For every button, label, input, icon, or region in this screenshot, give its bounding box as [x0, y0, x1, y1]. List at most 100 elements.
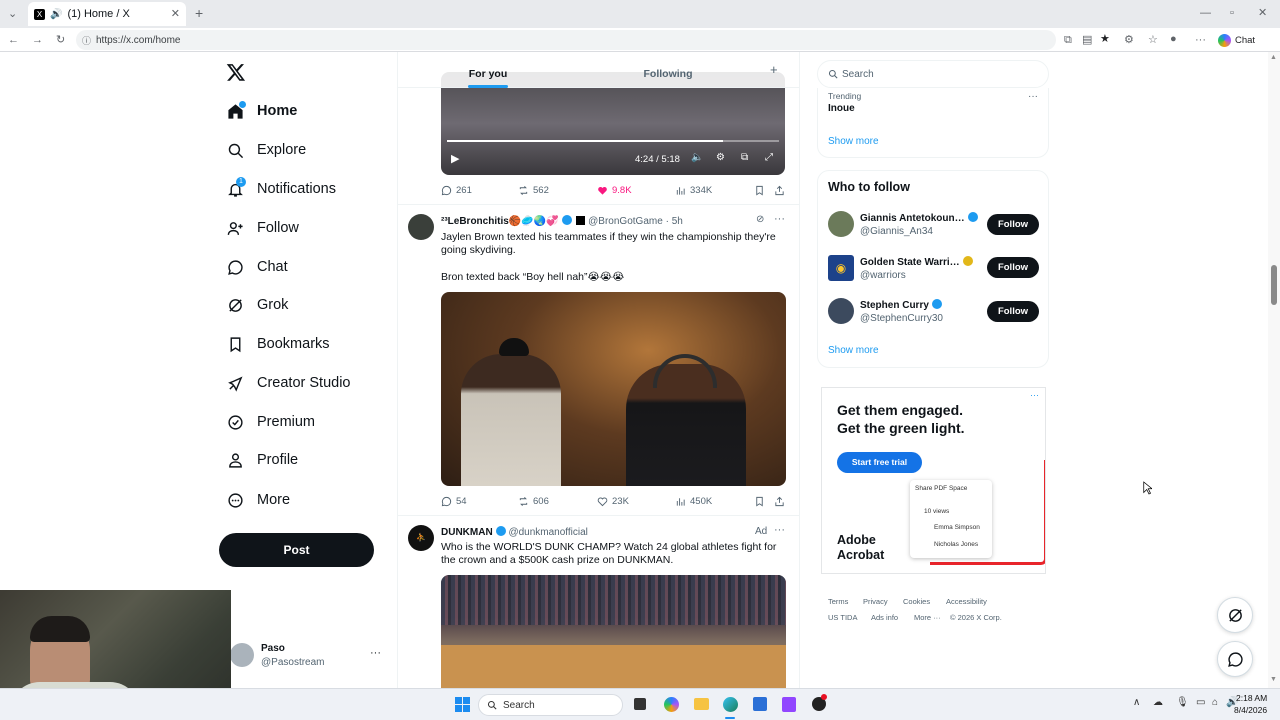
- account-more-icon[interactable]: ···: [370, 647, 381, 659]
- tab-list-icon[interactable]: ⌄: [8, 7, 17, 21]
- profile-avatar-icon[interactable]: ●: [1170, 32, 1177, 46]
- footer-cookies[interactable]: Cookies: [903, 597, 930, 606]
- add-tab-icon[interactable]: +: [770, 62, 778, 77]
- nav-notifications[interactable]: Notifications 1: [226, 177, 336, 201]
- split-screen-icon[interactable]: ⧉: [1064, 33, 1072, 47]
- follow-button[interactable]: Follow: [987, 301, 1039, 322]
- adobe-ad[interactable]: Get them engaged. Get the green light. S…: [821, 387, 1046, 574]
- clock-date[interactable]: 8/4/2026: [1234, 705, 1267, 715]
- chat-float-button[interactable]: [1217, 641, 1253, 677]
- nav-grok[interactable]: Grok: [226, 293, 288, 317]
- footer-privacy[interactable]: Privacy: [863, 597, 888, 606]
- site-info-icon[interactable]: ⓘ: [82, 34, 91, 47]
- post2-handle[interactable]: @BronGotGame: [588, 216, 663, 227]
- tab-following[interactable]: Following: [638, 52, 698, 88]
- minimize-icon[interactable]: —: [1200, 6, 1211, 20]
- follow-button[interactable]: Follow: [987, 214, 1039, 235]
- maximize-icon[interactable]: ▫: [1230, 6, 1234, 20]
- fullscreen-icon[interactable]: ⤢: [765, 152, 773, 163]
- copilot-chat-button[interactable]: Chat: [1218, 32, 1255, 48]
- post-button[interactable]: Post: [219, 533, 374, 567]
- like-button[interactable]: 9.8K: [597, 185, 632, 196]
- twitch-icon[interactable]: [782, 697, 796, 712]
- favorites-icon[interactable]: ☆: [1148, 33, 1158, 47]
- follow-show-more[interactable]: Show more: [828, 345, 879, 356]
- post3-author[interactable]: DUNKMAN: [441, 527, 493, 538]
- follow-button[interactable]: Follow: [987, 257, 1039, 278]
- share-button[interactable]: [774, 496, 789, 507]
- post3-more-icon[interactable]: ···: [774, 524, 785, 536]
- nav-more[interactable]: More: [226, 488, 290, 512]
- tray-cloud-icon[interactable]: ☁: [1153, 697, 1163, 708]
- start-button-icon[interactable]: [455, 697, 470, 712]
- post2-image[interactable]: [441, 292, 786, 486]
- grok-float-button[interactable]: [1217, 597, 1253, 633]
- reader-icon[interactable]: ▤: [1082, 33, 1092, 47]
- tray-mic-icon[interactable]: 🎙: [1176, 697, 1189, 708]
- repost-button[interactable]: 562: [518, 185, 549, 196]
- footer-accessibility[interactable]: Accessibility: [946, 597, 987, 606]
- edge-browser-icon[interactable]: [723, 697, 738, 712]
- copilot-taskbar-icon[interactable]: [664, 697, 679, 712]
- window-close-icon[interactable]: ✕: [1258, 6, 1267, 20]
- back-icon[interactable]: ←: [8, 33, 19, 47]
- taskbar-search[interactable]: Search: [478, 694, 623, 716]
- scrollbar-thumb[interactable]: [1271, 265, 1277, 305]
- video-progress-track[interactable]: [447, 140, 779, 142]
- ad-cta-button[interactable]: Start free trial: [837, 452, 922, 473]
- nav-profile[interactable]: Profile: [226, 448, 298, 472]
- post2-avatar[interactable]: [408, 214, 434, 240]
- scrollbar-up-icon[interactable]: ▲: [1270, 54, 1277, 61]
- forward-icon[interactable]: →: [32, 33, 43, 47]
- bookmark-button[interactable]: [754, 496, 769, 507]
- reload-icon[interactable]: ↻: [56, 33, 65, 47]
- store-icon[interactable]: [753, 697, 767, 711]
- nav-explore[interactable]: Explore: [226, 138, 306, 162]
- views-button[interactable]: 450K: [675, 496, 712, 507]
- new-tab-icon[interactable]: +: [195, 6, 203, 20]
- trending-more-icon[interactable]: ···: [1028, 91, 1038, 102]
- footer-terms[interactable]: Terms: [828, 597, 848, 606]
- nav-premium[interactable]: Premium: [226, 410, 315, 434]
- views-button[interactable]: 334K: [675, 185, 712, 196]
- tab-audio-icon[interactable]: 🔊: [50, 9, 62, 20]
- reply-button[interactable]: 261: [441, 185, 472, 196]
- trending-item[interactable]: Trending Inoue ···: [828, 91, 1038, 121]
- page-scrollbar[interactable]: ▲ ▼: [1268, 52, 1280, 688]
- volume-icon[interactable]: 🔈: [691, 152, 703, 163]
- tray-display-icon[interactable]: ▭: [1196, 697, 1205, 708]
- tray-chevron-icon[interactable]: ∧: [1133, 697, 1140, 708]
- like-button[interactable]: 23K: [597, 496, 629, 507]
- account-switcher[interactable]: Paso @Pasostream ···: [230, 640, 385, 672]
- follow-person-name[interactable]: Stephen Curry: [860, 299, 942, 311]
- extensions-icon[interactable]: ⚙: [1124, 33, 1134, 47]
- follow-avatar-warriors[interactable]: ◉: [828, 255, 854, 281]
- post2-more-icon[interactable]: ···: [774, 213, 785, 225]
- file-explorer-icon[interactable]: [694, 698, 709, 710]
- favorite-star-icon[interactable]: ★: [1100, 32, 1110, 46]
- post3-image[interactable]: [441, 575, 786, 688]
- follow-avatar-giannis[interactable]: [828, 211, 854, 237]
- follow-person-name[interactable]: Giannis Antetokoun…: [860, 212, 978, 224]
- scrollbar-down-icon[interactable]: ▼: [1270, 676, 1277, 683]
- task-view-icon[interactable]: [634, 698, 646, 710]
- post2-time[interactable]: 5h: [672, 216, 683, 227]
- x-logo-icon[interactable]: [226, 62, 246, 82]
- footer-us-tida[interactable]: US TIDA: [828, 613, 857, 622]
- post2-author[interactable]: ²³LeBronchitis🏀🥏🌏💞: [441, 216, 559, 227]
- clock-time[interactable]: 2:18 AM: [1236, 693, 1267, 703]
- nav-creator-studio[interactable]: Creator Studio: [226, 371, 351, 395]
- url-field[interactable]: ⓘ https://x.com/home: [76, 30, 1056, 50]
- nav-follow[interactable]: Follow: [226, 216, 299, 240]
- footer-more[interactable]: More ···: [914, 613, 941, 622]
- nav-home[interactable]: Home: [226, 99, 297, 123]
- tab-for-you[interactable]: For you: [458, 52, 518, 88]
- search-box[interactable]: Search: [817, 60, 1049, 88]
- grok-post-icon[interactable]: ⊘: [756, 214, 764, 225]
- settings-more-icon[interactable]: ···: [1195, 33, 1206, 47]
- follow-person-name[interactable]: Golden State Warri…: [860, 256, 973, 268]
- share-button[interactable]: [774, 185, 789, 196]
- follow-avatar-curry[interactable]: [828, 298, 854, 324]
- trending-show-more[interactable]: Show more: [828, 136, 879, 147]
- reply-button[interactable]: 54: [441, 496, 467, 507]
